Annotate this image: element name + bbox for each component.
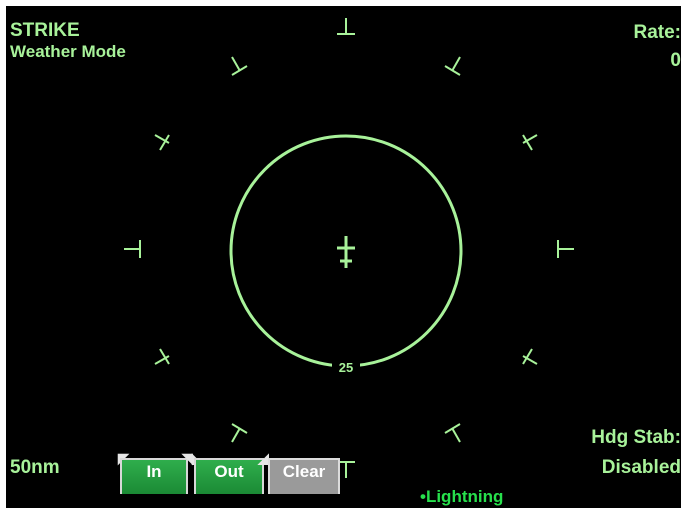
aircraft-icon [337, 236, 355, 268]
hdg-stab-label: Hdg Stab: [591, 427, 681, 448]
bearing-tick-30 [444, 56, 461, 76]
bearing-tick-300 [154, 134, 170, 151]
rate-value: 0 [670, 50, 681, 71]
mode-title: STRIKE [10, 20, 80, 41]
bearing-tick-330 [231, 56, 248, 76]
strike-display: 25 STRIKE Weather Mode Rate: 0 50nm Hdg … [6, 6, 681, 508]
bearing-tick-0 [337, 18, 355, 35]
bearing-tick-90 [557, 240, 574, 258]
hdg-stab-value: Disabled [601, 457, 681, 478]
bearing-tick-120 [522, 348, 538, 365]
bearing-tick-270 [124, 240, 141, 258]
in-button[interactable]: In [120, 458, 188, 494]
range-indicator: 50nm [10, 457, 60, 478]
mode-subtitle: Weather Mode [10, 42, 126, 61]
lightning-legend: •Lightning [420, 487, 504, 506]
clear-button[interactable]: Clear [268, 458, 340, 494]
out-button[interactable]: Out [194, 458, 264, 494]
bearing-tick-60 [522, 134, 538, 151]
range-ring-label: 25 [339, 360, 353, 375]
radar-scope: 25 [124, 18, 574, 478]
bearing-tick-150 [444, 423, 461, 443]
rate-label: Rate: [633, 22, 681, 43]
bearing-tick-240 [154, 348, 170, 365]
bearing-tick-210 [231, 423, 248, 443]
